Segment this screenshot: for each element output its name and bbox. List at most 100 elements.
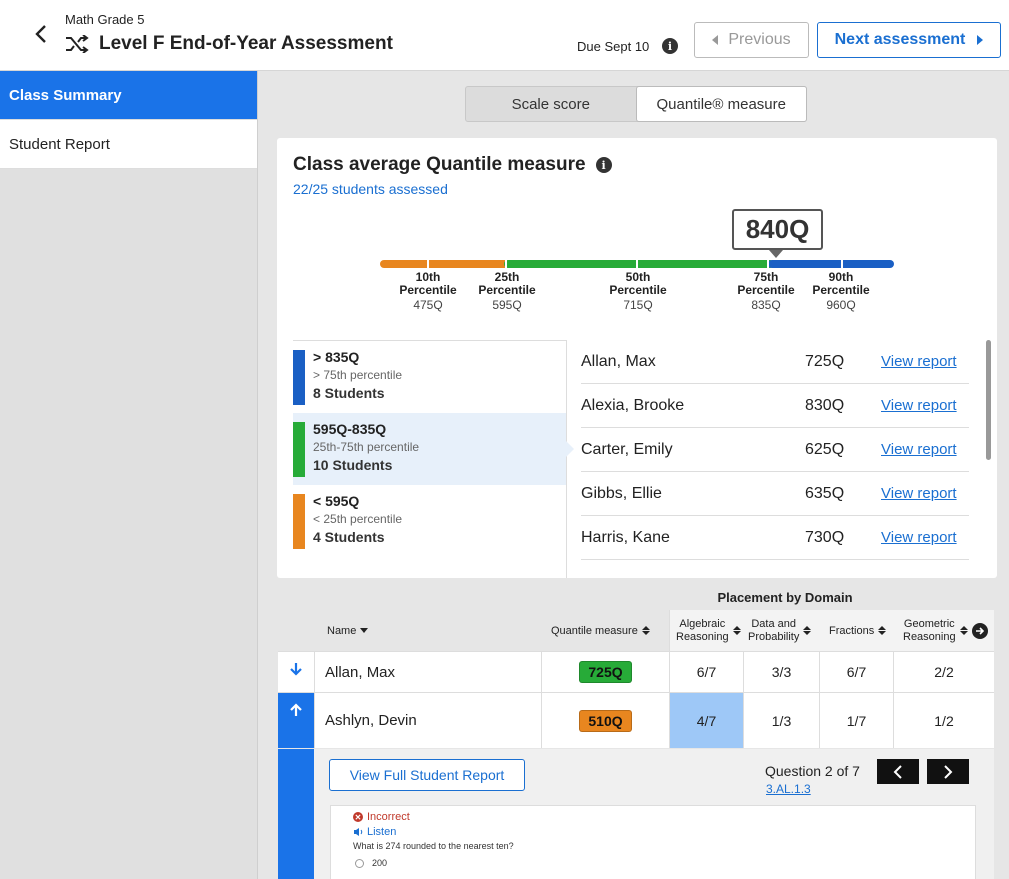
cell-name: Ashlyn, Devin xyxy=(314,693,541,748)
info-icon[interactable]: i xyxy=(662,38,678,54)
placement-by-domain-header: Placement by Domain xyxy=(717,590,853,605)
view-report-link[interactable]: View report xyxy=(881,397,957,414)
list-item: Gibbs, Ellie 635Q View report xyxy=(581,472,969,516)
previous-label: Previous xyxy=(728,31,791,48)
tick-50th xyxy=(636,260,638,268)
tick-90th xyxy=(841,260,843,268)
band-25th-75th[interactable]: 595Q-835Q 25th-75th percentile 10 Studen… xyxy=(293,413,574,485)
chevron-left-icon xyxy=(35,25,46,43)
standard-code-link[interactable]: 3.AL.1.3 xyxy=(766,782,811,796)
subject-label: Math Grade 5 xyxy=(65,12,145,27)
percentile-value: 715Q xyxy=(623,298,653,312)
student-quantile: 625Q xyxy=(805,440,845,458)
tick-25th xyxy=(505,260,507,268)
student-quantile: 830Q xyxy=(805,396,845,414)
percentile-suffix: Percentile xyxy=(399,283,457,297)
column-name-label: Name xyxy=(327,624,357,637)
sidebar-item-class-summary[interactable]: Class Summary xyxy=(0,71,257,120)
table-row[interactable]: Ashlyn, Devin 510Q 4/7 1/3 1/7 1/2 xyxy=(278,692,994,748)
answer-option-label: 200 xyxy=(372,858,388,868)
cell-data[interactable]: 1/3 xyxy=(743,693,819,748)
toggle-quantile-measure[interactable]: Quantile® measure xyxy=(635,86,807,122)
prev-question-button[interactable] xyxy=(877,759,919,784)
toggle-scale-score[interactable]: Scale score xyxy=(466,87,636,121)
radio-icon xyxy=(355,858,364,868)
next-assessment-button[interactable]: Next assessment xyxy=(817,22,1001,58)
question-detail-panel: View Full Student Report Question 2 of 7… xyxy=(314,749,994,879)
band-range: 595Q-835Q xyxy=(313,421,387,437)
title-row: Level F End-of-Year Assessment xyxy=(65,33,393,55)
back-button[interactable] xyxy=(30,22,52,46)
sort-down-icon xyxy=(360,628,369,633)
column-header-fractions[interactable]: Fractions xyxy=(829,610,887,651)
column-algebraic-label-1: Algebraic xyxy=(679,617,726,630)
student-name: Carter, Emily xyxy=(581,440,673,458)
app-header: Math Grade 5 Level F End-of-Year Assessm… xyxy=(0,0,1009,71)
percentile-scale-bar xyxy=(380,260,894,268)
cell-quantile: 725Q xyxy=(541,652,669,692)
scale-segment-mid xyxy=(504,260,774,268)
band-count: 8 Students xyxy=(313,385,385,401)
percentile-label-25th: 25th Percentile 595Q xyxy=(462,271,552,312)
cell-algebraic[interactable]: 6/7 xyxy=(669,652,743,692)
view-report-link[interactable]: View report xyxy=(881,485,957,502)
band-below-25th[interactable]: < 595Q < 25th percentile 4 Students xyxy=(293,485,566,557)
list-item: Alexia, Brooke 830Q View report xyxy=(581,384,969,428)
student-list-scrollbar[interactable] xyxy=(986,340,991,460)
column-header-algebraic[interactable]: Algebraic Reasoning xyxy=(676,610,741,651)
percentile-suffix: Percentile xyxy=(812,283,870,297)
band-count: 4 Students xyxy=(313,529,385,545)
cell-geometric[interactable]: 1/2 xyxy=(893,693,994,748)
incorrect-icon: ✕ xyxy=(353,812,363,822)
cell-fractions[interactable]: 6/7 xyxy=(819,652,893,692)
band-color-swatch xyxy=(293,350,305,405)
column-fractions-label: Fractions xyxy=(829,624,875,637)
previous-button[interactable]: Previous xyxy=(694,22,809,58)
percentile-label-50th: 50th Percentile 715Q xyxy=(593,271,683,312)
question-counter: Question 2 of 7 xyxy=(765,763,860,779)
column-header-geometric[interactable]: Geometric Reasoning xyxy=(903,610,968,651)
tick-10th xyxy=(427,260,429,268)
collapse-row-button[interactable] xyxy=(278,693,314,748)
cell-algebraic[interactable]: 4/7 xyxy=(669,693,743,748)
column-header-data[interactable]: Data and Probability xyxy=(748,610,812,651)
column-header-name[interactable]: Name xyxy=(327,610,369,651)
band-above-75th[interactable]: > 835Q > 75th percentile 8 Students xyxy=(293,341,566,413)
sort-icon xyxy=(803,626,812,635)
cell-quantile: 510Q xyxy=(541,693,669,748)
cell-data[interactable]: 3/3 xyxy=(743,652,819,692)
view-report-link[interactable]: View report xyxy=(881,353,957,370)
class-average-marker: 840Q xyxy=(732,209,823,250)
table-row[interactable]: Allan, Max 725Q 6/7 3/3 6/7 2/2 xyxy=(278,651,994,692)
expand-row-button[interactable] xyxy=(278,652,314,692)
column-data-label-2: Probability xyxy=(748,630,800,643)
cell-geometric[interactable]: 2/2 xyxy=(893,652,994,692)
percentile-label-10th: 10th Percentile 475Q xyxy=(383,271,473,312)
sort-icon xyxy=(878,626,887,635)
listen-button[interactable]: Listen xyxy=(353,826,396,838)
student-quantile: 730Q xyxy=(805,528,845,546)
caret-left-icon xyxy=(712,35,719,45)
quantile-badge: 725Q xyxy=(579,661,632,683)
view-report-link[interactable]: View report xyxy=(881,529,957,546)
marker-pointer-icon xyxy=(769,250,783,258)
scroll-right-icon[interactable] xyxy=(972,623,988,639)
page-title: Level F End-of-Year Assessment xyxy=(99,33,393,54)
column-geometric-label-2: Reasoning xyxy=(903,630,956,643)
class-summary-card: Class average Quantile measure i 22/25 s… xyxy=(277,138,997,578)
view-full-student-report-button[interactable]: View Full Student Report xyxy=(329,759,525,791)
info-icon[interactable]: i xyxy=(595,157,612,173)
column-header-quantile[interactable]: Quantile measure xyxy=(551,610,650,651)
question-text: What is 274 rounded to the nearest ten? xyxy=(353,841,514,851)
cell-name: Allan, Max xyxy=(314,652,541,692)
caret-right-icon xyxy=(977,35,984,45)
sidebar-item-student-report[interactable]: Student Report xyxy=(0,120,257,169)
view-report-link[interactable]: View report xyxy=(881,441,957,458)
answer-option[interactable]: 200 xyxy=(355,858,387,868)
cell-fractions[interactable]: 1/7 xyxy=(819,693,893,748)
percentile-value: 475Q xyxy=(413,298,443,312)
next-question-button[interactable] xyxy=(927,759,969,784)
band-count: 10 Students xyxy=(313,457,393,473)
band-percentile: 25th-75th percentile xyxy=(313,440,420,454)
student-name: Alexia, Brooke xyxy=(581,396,685,414)
